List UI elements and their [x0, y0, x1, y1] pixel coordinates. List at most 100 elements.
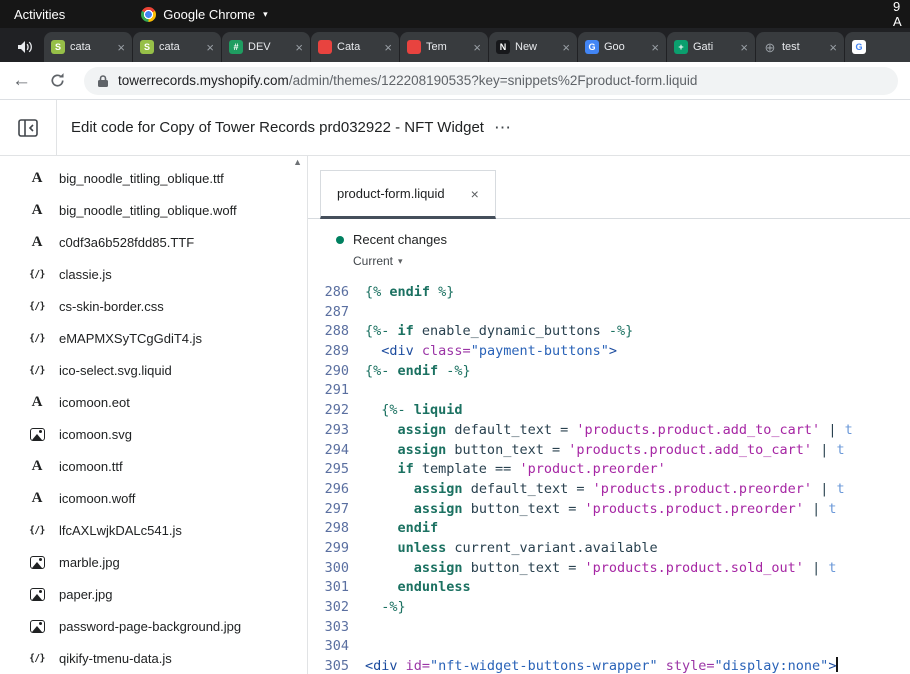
- code-area[interactable]: 286{% endif %}287288{%- if enable_dynami…: [308, 283, 910, 674]
- editor-tab-label: product-form.liquid: [337, 186, 445, 201]
- code-line[interactable]: 304: [308, 637, 910, 657]
- font-file-icon: A: [28, 202, 46, 219]
- tab-close-icon[interactable]: ×: [829, 40, 837, 55]
- line-number: 303: [308, 618, 349, 638]
- url-path: /admin/themes/122208190535?key=snippets%…: [289, 73, 698, 88]
- code-line[interactable]: 294 assign button_text = 'products.produ…: [308, 441, 910, 461]
- browser-tab[interactable]: G×: [845, 32, 910, 62]
- collapse-sidebar-button[interactable]: [0, 100, 57, 155]
- code-line[interactable]: 287: [308, 303, 910, 323]
- tab-close-icon[interactable]: ×: [740, 40, 748, 55]
- file-item[interactable]: Aicomoon.ttf: [0, 450, 307, 482]
- browser-tab-strip: Scata×Scata×#DEV×Cata×Tem×NNew×GGoo×+Gat…: [0, 28, 910, 62]
- code-line[interactable]: 301 endunless: [308, 578, 910, 598]
- red-app-favicon: [407, 40, 421, 54]
- version-dropdown-label: Current: [353, 254, 393, 268]
- line-number: 292: [308, 401, 349, 421]
- editor-tab-product-form[interactable]: product-form.liquid ×: [320, 170, 496, 219]
- editor-page-header: Edit code for Copy of Tower Records prd0…: [0, 100, 910, 156]
- code-line[interactable]: 302 -%}: [308, 598, 910, 618]
- image-file-icon: [28, 620, 46, 633]
- file-name: icomoon.eot: [59, 395, 130, 410]
- browser-tab[interactable]: GGoo×: [578, 32, 666, 62]
- activities-button[interactable]: Activities: [0, 0, 79, 28]
- browser-tab-title: cata: [159, 41, 201, 53]
- line-number: 288: [308, 322, 349, 342]
- address-bar[interactable]: towerrecords.myshopify.com/admin/themes/…: [84, 67, 898, 95]
- file-name: icomoon.svg: [59, 427, 132, 442]
- file-name: eMAPMXSyTCgGdiT4.js: [59, 331, 202, 346]
- code-line[interactable]: 303: [308, 618, 910, 638]
- code-line[interactable]: 289 <div class="payment-buttons">: [308, 342, 910, 362]
- line-number: 298: [308, 519, 349, 539]
- browser-tab-strip-tabs: Scata×Scata×#DEV×Cata×Tem×NNew×GGoo×+Gat…: [44, 32, 910, 62]
- file-item[interactable]: icomoon.svg: [0, 418, 307, 450]
- file-item[interactable]: password-page-background.jpg: [0, 610, 307, 642]
- line-number: 297: [308, 500, 349, 520]
- tab-close-icon[interactable]: ×: [384, 40, 392, 55]
- file-item[interactable]: {/}lfcAXLwjkDALc541.js: [0, 514, 307, 546]
- chevron-down-icon: ▾: [263, 9, 268, 20]
- app-menu[interactable]: Google Chrome ▾: [141, 7, 267, 22]
- file-item[interactable]: {/}cs-skin-border.css: [0, 290, 307, 322]
- tab-close-icon[interactable]: ×: [473, 40, 481, 55]
- code-line[interactable]: 286{% endif %}: [308, 283, 910, 303]
- code-line[interactable]: 299 unless current_variant.available: [308, 539, 910, 559]
- line-number: 299: [308, 539, 349, 559]
- google-favicon: G: [852, 40, 866, 54]
- file-item[interactable]: {/}ico-select.svg.liquid: [0, 354, 307, 386]
- code-line[interactable]: 288{%- if enable_dynamic_buttons -%}: [308, 322, 910, 342]
- code-line[interactable]: 300 assign button_text = 'products.produ…: [308, 559, 910, 579]
- code-line[interactable]: 298 endif: [308, 519, 910, 539]
- page-title: Edit code for Copy of Tower Records prd0…: [71, 119, 484, 136]
- version-dropdown[interactable]: Current ▾: [353, 254, 403, 268]
- tab-close-icon[interactable]: ×: [117, 40, 125, 55]
- tab-close-icon[interactable]: ×: [206, 40, 214, 55]
- file-name: icomoon.woff: [59, 491, 135, 506]
- sidebar-scrollbar-up-icon[interactable]: ▲: [293, 157, 302, 167]
- code-line[interactable]: 291: [308, 381, 910, 401]
- code-line[interactable]: 296 assign default_text = 'products.prod…: [308, 480, 910, 500]
- screen: Activities Google Chrome ▾ 9 A Scata×Sca…: [0, 0, 910, 674]
- code-file-icon: {/}: [28, 525, 46, 536]
- more-actions-button[interactable]: ⋯: [494, 118, 513, 138]
- code-line[interactable]: 305<div id="nft-widget-buttons-wrapper" …: [308, 657, 910, 674]
- editor-tab-close-icon[interactable]: ×: [471, 186, 479, 202]
- tab-close-icon[interactable]: ×: [562, 40, 570, 55]
- file-item[interactable]: {/}qikify-tmenu-data.js: [0, 642, 307, 674]
- browser-tab[interactable]: Tem×: [400, 32, 488, 62]
- file-item[interactable]: paper.jpg: [0, 578, 307, 610]
- code-line[interactable]: 290{%- endif -%}: [308, 362, 910, 382]
- version-history: Recent changes Current ▾: [308, 219, 910, 283]
- file-item[interactable]: Abig_noodle_titling_oblique.ttf: [0, 162, 307, 194]
- browser-tab[interactable]: NNew×: [489, 32, 577, 62]
- tab-close-icon[interactable]: ×: [295, 40, 303, 55]
- line-number: 286: [308, 283, 349, 303]
- back-button[interactable]: ←: [12, 71, 31, 90]
- line-number: 295: [308, 460, 349, 480]
- browser-tab[interactable]: Cata×: [311, 32, 399, 62]
- file-item[interactable]: Aicomoon.woff: [0, 482, 307, 514]
- browser-tab[interactable]: ⊕test×: [756, 32, 844, 62]
- lock-icon: [97, 74, 109, 88]
- file-name: cs-skin-border.css: [59, 299, 164, 314]
- browser-tab[interactable]: #DEV×: [222, 32, 310, 62]
- browser-tab[interactable]: Scata×: [44, 32, 132, 62]
- file-item[interactable]: marble.jpg: [0, 546, 307, 578]
- code-line[interactable]: 295 if template == 'product.preorder': [308, 460, 910, 480]
- code-line[interactable]: 293 assign default_text = 'products.prod…: [308, 421, 910, 441]
- reload-button[interactable]: [49, 72, 66, 89]
- file-name: icomoon.ttf: [59, 459, 123, 474]
- code-line[interactable]: 292 {%- liquid: [308, 401, 910, 421]
- file-item[interactable]: {/}eMAPMXSyTCgGdiT4.js: [0, 322, 307, 354]
- code-line[interactable]: 297 assign button_text = 'products.produ…: [308, 500, 910, 520]
- file-item[interactable]: Aicomoon.eot: [0, 386, 307, 418]
- browser-tab[interactable]: Scata×: [133, 32, 221, 62]
- red-app-favicon: [318, 40, 332, 54]
- globe-favicon: ⊕: [763, 40, 777, 54]
- file-item[interactable]: {/}classie.js: [0, 258, 307, 290]
- tab-close-icon[interactable]: ×: [651, 40, 659, 55]
- browser-tab[interactable]: +Gati×: [667, 32, 755, 62]
- file-item[interactable]: Ac0df3a6b528fdd85.TTF: [0, 226, 307, 258]
- file-item[interactable]: Abig_noodle_titling_oblique.woff: [0, 194, 307, 226]
